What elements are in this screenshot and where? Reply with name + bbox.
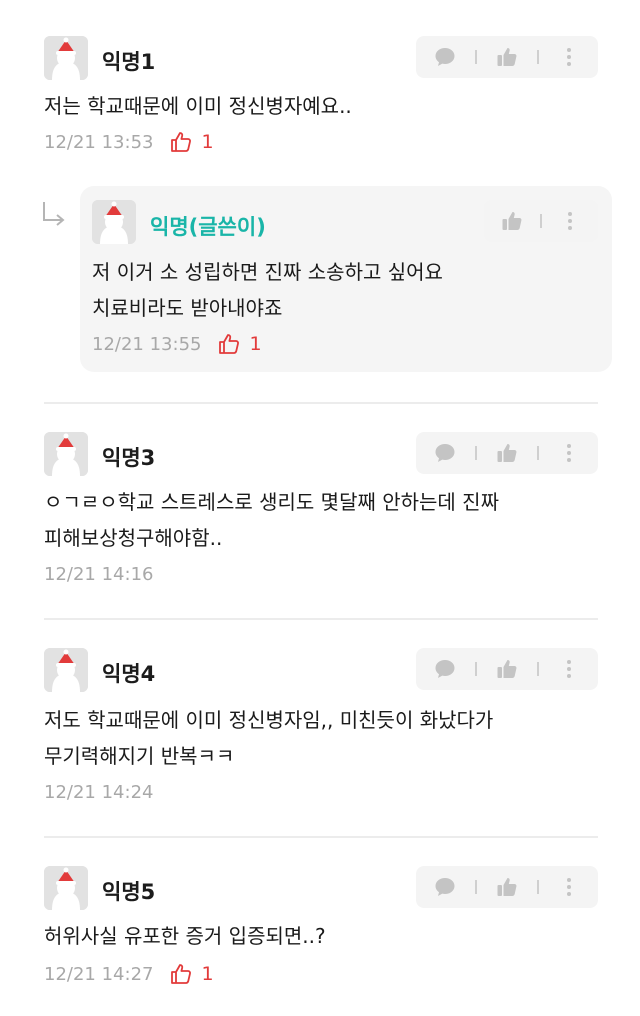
comment-actions [416, 866, 598, 908]
speech-bubble-icon [433, 45, 457, 69]
santa-avatar-icon [44, 648, 88, 692]
comment-line: 무기력해지기 반복ㅋㅋ [44, 744, 235, 768]
like-button[interactable] [490, 436, 524, 470]
like-button[interactable] [490, 652, 524, 686]
avatar[interactable] [44, 432, 88, 476]
thumbs-up-icon [495, 875, 519, 899]
reply-button[interactable] [428, 40, 462, 74]
comment-text: ㅇㄱㄹㅇ학교 스트레스로 생리도 몇달째 안하는데 진짜 피해보상청구해야함.. [44, 484, 499, 556]
thumbs-up-outline-icon [169, 130, 193, 154]
action-divider [536, 662, 539, 676]
avatar[interactable] [44, 648, 88, 692]
comment-text: 저 이거 소 성립하면 진짜 소송하고 싶어요 치료비라도 받아내야죠 [92, 254, 443, 326]
speech-bubble-icon [433, 875, 457, 899]
comment-line: 저 이거 소 성립하면 진짜 소송하고 싶어요 [92, 260, 443, 284]
comment-text: 저도 학교때문에 이미 정신병자임,, 미친듯이 화났다가 무기력해지기 반복ㅋ… [44, 702, 493, 774]
more-button[interactable] [552, 436, 586, 470]
like-count-value: 1 [201, 131, 214, 153]
santa-avatar-icon [92, 200, 136, 244]
more-vertical-icon [557, 657, 581, 681]
comment-item: 익명4 저도 학교때문에 이미 정신병자임,, 미친듯이 화났다가 무기력해지기… [0, 620, 640, 834]
reply-comment: 익명(글쓴이) 저 이거 소 성립하면 진짜 소송하고 싶어요 치료비라도 받아… [80, 186, 612, 372]
comment-text: 허위사실 유포한 증거 입증되면..? [44, 918, 326, 954]
action-divider [475, 50, 478, 64]
speech-bubble-icon [433, 441, 457, 465]
action-divider [475, 446, 478, 460]
action-divider [475, 662, 478, 676]
more-button[interactable] [552, 652, 586, 686]
more-vertical-icon [558, 209, 582, 233]
comment-line: 저도 학교때문에 이미 정신병자임,, 미친듯이 화났다가 [44, 708, 494, 732]
like-count: 1 [169, 962, 214, 986]
comment-actions [484, 200, 598, 242]
comment-actions [416, 648, 598, 690]
more-button[interactable] [553, 204, 587, 238]
comment-line: 치료비라도 받아내야죠 [92, 296, 283, 320]
comment-meta: 12/21 14:27 1 [44, 962, 214, 986]
more-vertical-icon [557, 441, 581, 465]
comment-meta: 12/21 13:53 1 [44, 130, 214, 154]
comment-item: 익명5 허위사실 유포한 증거 입증되면..? 12/21 14:27 1 [0, 838, 640, 1016]
action-divider [539, 214, 542, 228]
more-button[interactable] [552, 870, 586, 904]
thumbs-up-icon [500, 209, 524, 233]
comment-author: 익명3 [102, 446, 156, 470]
action-divider [536, 446, 539, 460]
action-divider [536, 50, 539, 64]
reply-button[interactable] [428, 652, 462, 686]
like-count: 1 [217, 332, 262, 356]
thumbs-up-outline-icon [169, 962, 193, 986]
santa-avatar-icon [44, 432, 88, 476]
comment-author: 익명4 [102, 662, 156, 686]
like-count-value: 1 [201, 963, 214, 985]
comment-author-writer: 익명(글쓴이) [150, 215, 266, 239]
speech-bubble-icon [433, 657, 457, 681]
comment-author: 익명1 [102, 50, 156, 74]
santa-avatar-icon [44, 866, 88, 910]
santa-avatar-icon [44, 36, 88, 80]
comment-meta: 12/21 14:24 [44, 782, 153, 803]
more-vertical-icon [557, 45, 581, 69]
avatar[interactable] [44, 866, 88, 910]
action-divider [475, 880, 478, 894]
comment-timestamp: 12/21 14:27 [44, 963, 154, 985]
comment-timestamp: 12/21 14:16 [44, 564, 154, 585]
like-button[interactable] [490, 40, 524, 74]
comment-item: 익명3 ㅇㄱㄹㅇ학교 스트레스로 생리도 몇달째 안하는데 진짜 피해보상청구해… [0, 404, 640, 618]
comment-line: 저는 학교때문에 이미 정신병자예요.. [44, 94, 352, 118]
comment-item: 익명1 저는 학교때문에 이미 정신병자예요.. 12/21 13:53 1 [0, 0, 640, 180]
like-count: 1 [169, 130, 214, 154]
action-divider [536, 880, 539, 894]
reply-button[interactable] [428, 870, 462, 904]
more-vertical-icon [557, 875, 581, 899]
like-button[interactable] [490, 870, 524, 904]
thumbs-up-outline-icon [217, 332, 241, 356]
comment-timestamp: 12/21 14:24 [44, 782, 154, 803]
avatar[interactable] [92, 200, 136, 244]
comment-line: 허위사실 유포한 증거 입증되면..? [44, 924, 326, 948]
like-button[interactable] [495, 204, 529, 238]
reply-button[interactable] [428, 436, 462, 470]
comment-meta: 12/21 14:16 [44, 564, 153, 585]
comment-text: 저는 학교때문에 이미 정신병자예요.. [44, 88, 352, 124]
comment-actions [416, 432, 598, 474]
more-button[interactable] [552, 40, 586, 74]
thumbs-up-icon [495, 45, 519, 69]
thumbs-up-icon [495, 441, 519, 465]
like-count-value: 1 [249, 333, 262, 355]
thumbs-up-icon [495, 657, 519, 681]
comment-timestamp: 12/21 13:55 [92, 333, 202, 355]
comment-line: ㅇㄱㄹㅇ학교 스트레스로 생리도 몇달째 안하는데 진짜 [44, 490, 499, 514]
comment-line: 피해보상청구해야함.. [44, 526, 223, 550]
avatar[interactable] [44, 36, 88, 80]
comment-actions [416, 36, 598, 78]
comment-timestamp: 12/21 13:53 [44, 131, 154, 153]
reply-arrow-icon [43, 202, 65, 226]
comment-author: 익명5 [102, 880, 156, 904]
comment-meta: 12/21 13:55 1 [92, 332, 262, 356]
